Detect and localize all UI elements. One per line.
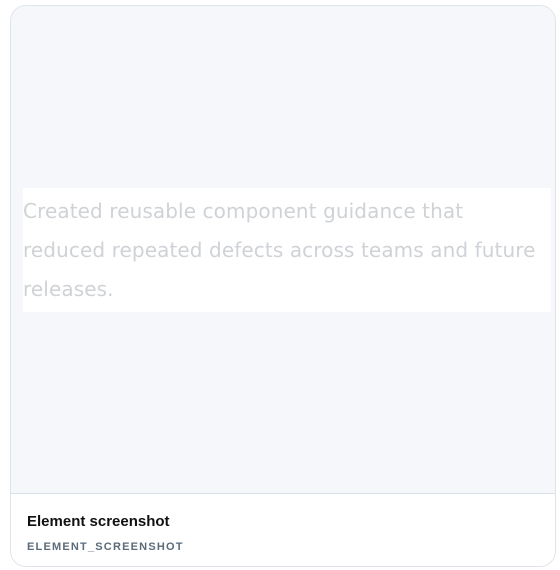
card-title: Element screenshot: [27, 513, 170, 530]
screenshot-preview: Created reusable component guidance that…: [11, 6, 555, 494]
preview-snippet-text: Created reusable component guidance that…: [23, 188, 551, 312]
card-identifier: ELEMENT_SCREENSHOT: [27, 541, 184, 553]
element-screenshot-card[interactable]: Created reusable component guidance that…: [10, 5, 556, 567]
card-footer: Element screenshot ELEMENT_SCREENSHOT: [11, 494, 555, 566]
